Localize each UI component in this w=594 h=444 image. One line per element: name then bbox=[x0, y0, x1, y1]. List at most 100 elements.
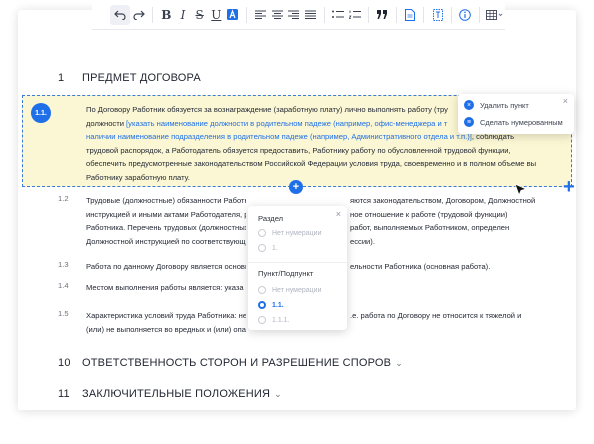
text-run: яются законодательством, Договором, Долж… bbox=[350, 196, 536, 205]
paragraph-1-2-tail: ессии). bbox=[350, 235, 375, 249]
section-heading[interactable]: 1 ПРЕДМЕТ ДОГОВОРА bbox=[58, 72, 201, 84]
make-numbered-button[interactable]: ≡ Сделать нумерованным bbox=[464, 117, 563, 127]
delete-icon: × bbox=[464, 100, 474, 110]
make-numbered-label: Сделать нумерованным bbox=[480, 117, 563, 127]
paragraph-1-3: Работа по данному Договору является осно… bbox=[86, 262, 246, 271]
paragraph-number: 1.5 bbox=[58, 309, 69, 318]
paragraph-number: 1.2 bbox=[58, 194, 69, 203]
add-paragraph-button[interactable]: + bbox=[289, 180, 303, 194]
text-run: работ, выполняемых Работником, определен bbox=[350, 223, 510, 232]
numbering-option-selected[interactable]: 1.1. bbox=[258, 301, 284, 309]
italic-button[interactable]: I bbox=[175, 5, 192, 25]
section-number: 1 bbox=[58, 72, 65, 84]
undo-icon[interactable] bbox=[110, 4, 131, 25]
section-heading[interactable]: 11 ЗАКЛЮЧИТЕЛЬНЫЕ ПОЛОЖЕНИЯ ⌄ bbox=[58, 388, 282, 400]
document-icon[interactable] bbox=[402, 5, 419, 25]
paragraph-1-1-line: трудовой распорядок, а Работодатель обяз… bbox=[86, 145, 511, 155]
section-heading[interactable]: 10 ОТВЕТСТВЕННОСТЬ СТОРОН И РАЗРЕШЕНИЕ СП… bbox=[58, 357, 403, 369]
redo-icon[interactable] bbox=[130, 5, 147, 25]
paragraph-1-1-line: По Договору Работник обязуется за вознаг… bbox=[86, 105, 448, 114]
strikethrough-button[interactable]: S bbox=[191, 5, 208, 25]
numbering-option-label: Нет нумерации bbox=[272, 286, 322, 294]
paragraph-1-2-tail: яются законодательством, Договором, Долж… bbox=[350, 194, 535, 208]
underline-button[interactable]: U bbox=[208, 5, 225, 25]
text-run: ессии). bbox=[350, 236, 375, 246]
section-title: ЗАКЛЮЧИТЕЛЬНЫЕ ПОЛОЖЕНИЯ bbox=[82, 388, 271, 400]
radio-icon bbox=[258, 316, 266, 324]
numbering-option-label: Нет нумерации bbox=[272, 229, 322, 237]
variable-icon[interactable] bbox=[429, 5, 446, 25]
numbering-option-label: 1. bbox=[272, 244, 278, 252]
numbering-option-label: 1.1. bbox=[272, 301, 284, 309]
align-right-icon[interactable] bbox=[286, 5, 303, 25]
toolbar-divider bbox=[152, 6, 153, 23]
placeholder-field[interactable]: наличии наименование подразделения в род… bbox=[86, 132, 472, 141]
info-icon[interactable] bbox=[457, 5, 474, 25]
paragraph-number: 1.4 bbox=[58, 281, 69, 290]
paragraph-1-1-line: обеспечить предусмотренные законодательс… bbox=[86, 159, 536, 168]
chevron-down-icon[interactable]: ⌄ bbox=[395, 358, 403, 369]
paragraph-1-1-line: должности [указать наименование должност… bbox=[86, 117, 461, 131]
numbering-option[interactable]: 1.1.1. bbox=[258, 316, 290, 324]
section-title: ПРЕДМЕТ ДОГОВОРА bbox=[82, 72, 201, 84]
paragraph-1-2-line: инструкцией и иными актами Работодателя,… bbox=[86, 209, 246, 219]
numbering-option[interactable]: Нет нумерации bbox=[258, 286, 321, 294]
text-run: Характеристика условий труда Работника: … bbox=[86, 311, 246, 320]
toolbar-divider bbox=[323, 6, 325, 23]
placeholder-field[interactable]: [указать наименование должности в родите… bbox=[126, 119, 447, 128]
section-number: 11 bbox=[58, 388, 70, 400]
paragraph-1-5-line: Характеристика условий труда Работника: … bbox=[86, 309, 246, 323]
divider bbox=[248, 262, 347, 263]
bold-button[interactable]: B bbox=[158, 5, 175, 25]
toolbar-divider bbox=[246, 6, 248, 23]
text-run: ельности Работника (основная работа). bbox=[350, 262, 491, 271]
bullet-list-icon[interactable] bbox=[330, 5, 347, 25]
paragraph-1-2-line: Должностной инструкцией по соответствующ… bbox=[86, 236, 246, 246]
delete-item-button[interactable]: × Удалить пункт bbox=[464, 100, 529, 110]
paragraph-1-2-tail: работ, выполняемых Работником, определен bbox=[350, 221, 509, 235]
text-run: ное отношение к работе (трудовой функции… bbox=[350, 209, 508, 219]
radio-checked-icon bbox=[258, 301, 266, 309]
editor-toolbar: B I S U bbox=[92, 0, 505, 30]
paragraph-1-2-line: Работника. Перечень трудовых (должностны… bbox=[86, 223, 246, 232]
toolbar-divider bbox=[478, 6, 480, 23]
paragraph-1-2-tail: ное отношение к работе (трудовой функции… bbox=[350, 208, 508, 222]
align-justify-icon[interactable] bbox=[302, 5, 319, 25]
text-run: .е. работа по Договору не относится к тя… bbox=[350, 311, 522, 320]
toolbar-divider bbox=[368, 6, 370, 23]
table-icon[interactable] bbox=[485, 5, 505, 25]
list-icon: ≡ bbox=[464, 117, 474, 127]
toolbar-divider bbox=[423, 6, 425, 23]
paragraph-1-3-tail: ельности Работника (основная работа). bbox=[350, 260, 490, 274]
radio-icon bbox=[258, 229, 266, 237]
paragraph-1-1-line: Работнику заработную плату. bbox=[86, 172, 190, 182]
paragraph-1-4: Местом выполнения работы является: указа bbox=[86, 283, 244, 292]
paragraph-number: 1.3 bbox=[58, 260, 69, 269]
delete-item-label: Удалить пункт bbox=[480, 100, 529, 110]
paragraph-context-menu: × × Удалить пункт ≡ Сделать нумерованным bbox=[458, 94, 574, 134]
align-center-icon[interactable] bbox=[269, 5, 286, 25]
subsection-numbering-label: Пункт/Подпункт bbox=[258, 269, 314, 278]
paragraph-1-5-tail: .е. работа по Договору не относится к тя… bbox=[350, 309, 521, 323]
numbering-option[interactable]: 1. bbox=[258, 244, 278, 252]
add-block-plus-icon[interactable]: + bbox=[563, 176, 575, 199]
align-left-icon[interactable] bbox=[252, 5, 269, 25]
numbering-option[interactable]: Нет нумерации bbox=[258, 229, 321, 237]
radio-icon bbox=[258, 286, 266, 294]
radio-icon bbox=[258, 244, 266, 252]
paragraph-number-badge[interactable]: 1.1. bbox=[31, 103, 51, 123]
toolbar-divider bbox=[395, 6, 397, 23]
paragraph-1-2-line: Трудовые (должностные) обязанности Работ… bbox=[86, 196, 246, 205]
paragraph-1-5-line: (или) не выполняется во вредных и (или) … bbox=[86, 324, 246, 334]
text-run: должности bbox=[86, 118, 127, 128]
close-icon[interactable]: × bbox=[563, 96, 568, 106]
quote-icon[interactable] bbox=[374, 5, 391, 25]
toolbar-divider bbox=[450, 6, 452, 23]
numbering-popup: × Раздел Нет нумерации 1. Пункт/Подпункт… bbox=[248, 206, 347, 330]
chevron-down-icon[interactable]: ⌄ bbox=[274, 389, 282, 400]
section-title: ОТВЕТСТВЕННОСТЬ СТОРОН И РАЗРЕШЕНИЕ СПОР… bbox=[82, 357, 392, 369]
section-numbering-label: Раздел bbox=[258, 214, 284, 223]
numbered-list-icon[interactable] bbox=[347, 5, 364, 25]
close-icon[interactable]: × bbox=[336, 209, 341, 219]
text-color-icon[interactable] bbox=[225, 5, 242, 25]
